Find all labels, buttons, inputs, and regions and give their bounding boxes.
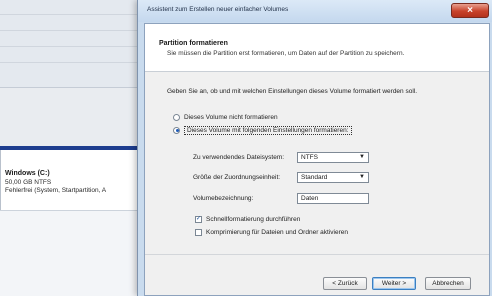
filesystem-value: NTFS — [301, 154, 318, 161]
volume-c-block[interactable]: Windows (C:) 50,00 GB NTFS Fehlerfrei (S… — [0, 150, 150, 210]
dropdown-arrow-icon: ▼ — [359, 174, 365, 180]
back-button[interactable]: < Zurück — [323, 277, 367, 290]
instruction-text: Geben Sie an, ob und mit welchen Einstel… — [167, 88, 418, 95]
wizard-header: Partition formatieren Sie müssen die Par… — [145, 24, 489, 72]
compression-checkbox[interactable] — [195, 228, 202, 236]
page-subtitle: Sie müssen die Partition erst formatiere… — [167, 50, 405, 57]
list-gridline — [0, 62, 150, 63]
wizard-titlebar[interactable]: Assistent zum Erstellen neuer einfacher … — [138, 0, 492, 22]
radio-no-format[interactable]: Dieses Volume nicht formatieren — [173, 112, 278, 122]
radio-format[interactable]: Dieses Volume mit folgenden Einstellunge… — [173, 125, 352, 135]
cancel-button[interactable]: Abbrechen — [425, 277, 471, 290]
quick-format-checkbox[interactable]: ✓ — [195, 215, 202, 223]
radio-button-selected[interactable] — [173, 126, 180, 134]
page-title: Partition formatieren — [159, 40, 228, 47]
volume-size: 50,00 GB NTFS — [5, 179, 52, 186]
filesystem-label: Zu verwendendes Dateisystem: — [193, 154, 285, 161]
quick-format-label: Schnellformatierung durchführen — [206, 215, 301, 223]
radio-button[interactable] — [173, 113, 180, 121]
list-gridline — [0, 46, 150, 47]
list-gridline — [0, 14, 150, 15]
next-button[interactable]: Weiter > — [372, 277, 416, 290]
allocation-value: Standard — [301, 174, 328, 181]
new-simple-volume-wizard: Assistent zum Erstellen neuer einfacher … — [137, 0, 492, 296]
volume-label-input[interactable]: Daten — [297, 193, 369, 204]
volume-list-area — [0, 0, 150, 88]
wizard-client-area: Partition formatieren Sie müssen die Par… — [144, 23, 490, 296]
disk-label-area — [0, 88, 150, 146]
unallocated-area — [0, 210, 150, 296]
volume-status: Fehlerfrei (System, Startpartition, A — [5, 187, 107, 194]
volume-name: Windows (C:) — [5, 170, 50, 177]
button-separator — [145, 254, 489, 255]
compression-label: Komprimierung für Dateien und Ordner akt… — [206, 228, 348, 236]
allocation-label: Größe der Zuordnungseinheit: — [193, 174, 281, 181]
volume-label-label: Volumebezeichnung: — [193, 195, 254, 202]
compression-check-row[interactable]: Komprimierung für Dateien und Ordner akt… — [195, 227, 348, 237]
close-button[interactable]: × — [451, 3, 489, 18]
allocation-select[interactable]: Standard ▼ — [297, 172, 369, 183]
radio-format-label: Dieses Volume mit folgenden Einstellunge… — [184, 125, 352, 135]
radio-no-format-label: Dieses Volume nicht formatieren — [184, 113, 278, 121]
window-title: Assistent zum Erstellen neuer einfacher … — [147, 6, 289, 13]
filesystem-select[interactable]: NTFS ▼ — [297, 152, 369, 163]
quick-format-check-row[interactable]: ✓ Schnellformatierung durchführen — [195, 214, 300, 224]
dropdown-arrow-icon: ▼ — [359, 154, 365, 160]
list-gridline — [0, 30, 150, 31]
